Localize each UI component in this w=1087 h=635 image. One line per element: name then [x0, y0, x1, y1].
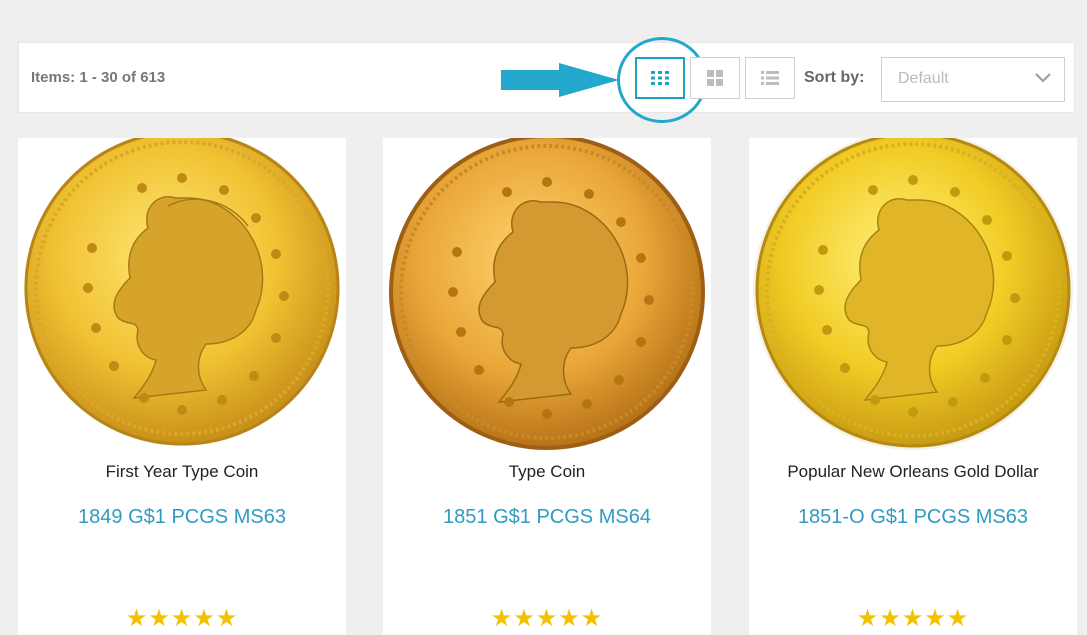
product-image[interactable] [18, 130, 346, 458]
product-name-link[interactable]: 1851 G$1 PCGS MS64 [383, 506, 711, 529]
list-view-button[interactable] [745, 57, 795, 99]
product-card[interactable]: Popular New Orleans Gold Dollar 1851-O G… [749, 130, 1077, 635]
list-icon [761, 71, 779, 85]
sort-select-value: Default [898, 70, 949, 87]
catalog-toolbar: Items: 1 - 30 of 613 Sort by: Default [18, 37, 1075, 123]
product-name-link[interactable]: 1851-O G$1 PCGS MS63 [749, 506, 1077, 529]
grid-view-button[interactable] [635, 57, 685, 99]
product-image[interactable] [749, 130, 1077, 458]
sort-select[interactable]: Default [881, 57, 1065, 102]
large-grid-view-button[interactable] [690, 57, 740, 99]
annotation-arrow-icon [501, 63, 619, 97]
product-image[interactable] [383, 134, 711, 458]
gold-coin-image [753, 130, 1073, 450]
gold-coin-image [24, 130, 340, 446]
grid-large-icon [707, 70, 723, 86]
items-count: Items: 1 - 30 of 613 [31, 69, 166, 86]
gold-coin-image [389, 134, 705, 450]
product-name-link[interactable]: 1849 G$1 PCGS MS63 [18, 506, 346, 529]
product-title: First Year Type Coin [105, 462, 259, 481]
product-card[interactable]: Type Coin 1851 G$1 PCGS MS64 ★★★★★ [383, 134, 711, 635]
chevron-down-icon [1035, 73, 1051, 83]
product-card[interactable]: First Year Type Coin 1849 G$1 PCGS MS63 … [18, 130, 346, 635]
product-title: Type Coin [508, 462, 586, 481]
rating-stars: ★★★★★ [490, 605, 604, 632]
grid-small-icon [651, 71, 669, 85]
rating-stars: ★★★★★ [125, 605, 239, 632]
product-title: Popular New Orleans Gold Dollar [787, 462, 1039, 481]
sort-label: Sort by: [804, 69, 865, 86]
rating-stars: ★★★★★ [856, 605, 970, 632]
